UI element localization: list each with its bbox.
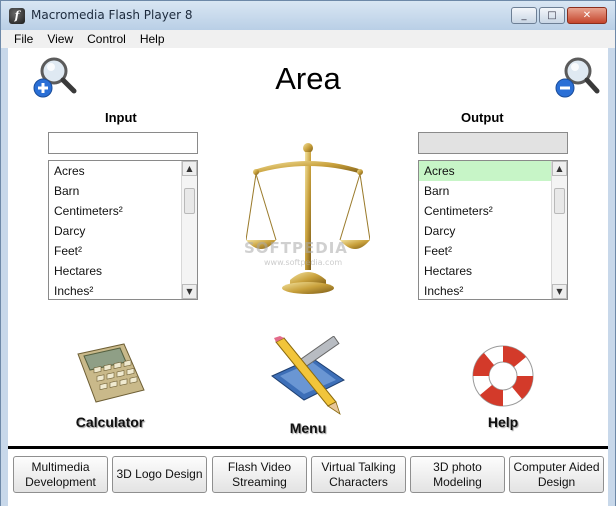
scroll-thumb[interactable] [184,188,195,214]
virtual-talking-characters-button[interactable]: Virtual Talking Characters [311,456,406,493]
output-list-scrollbar[interactable]: ▲ ▼ [551,161,567,299]
menu-bar: File View Control Help [0,30,616,48]
scroll-up-icon[interactable]: ▲ [182,161,197,176]
close-button[interactable]: ✕ [567,7,607,24]
list-item[interactable]: Darcy [49,221,182,241]
window-controls: _ □ ✕ [511,7,607,24]
window-frame-left [0,48,8,506]
divider [8,446,608,449]
maximize-button[interactable]: □ [539,7,565,24]
list-item[interactable]: Barn [419,181,552,201]
input-list-scrollbar[interactable]: ▲ ▼ [181,161,197,299]
3d-logo-design-button[interactable]: 3D Logo Design [112,456,207,493]
list-item[interactable]: Acres [49,161,182,181]
multimedia-development-button[interactable]: Multimedia Development [13,456,108,493]
output-label: Output [461,110,504,125]
list-item[interactable]: Barn [49,181,182,201]
scroll-thumb[interactable] [554,188,565,214]
flash-video-streaming-button[interactable]: Flash Video Streaming [212,456,307,493]
flash-app-icon: f [9,8,25,24]
menu-view[interactable]: View [40,32,80,46]
help-tool[interactable]: Help [466,342,540,430]
menu-help[interactable]: Help [133,32,172,46]
input-unit-list[interactable]: Acres Barn Centimeters² Darcy Feet² Hect… [48,160,198,300]
menu-tool[interactable]: Menu [266,335,350,436]
lifebuoy-icon[interactable] [466,342,540,410]
scroll-down-icon[interactable]: ▼ [182,284,197,299]
menu-label[interactable]: Menu [266,420,350,436]
window-title: Macromedia Flash Player 8 [31,8,193,22]
title-bar: f Macromedia Flash Player 8 _ □ ✕ [0,0,616,30]
list-item[interactable]: Inches² [49,281,182,299]
output-value-field [418,132,568,154]
watermark-text: SOFTPEDIA [244,239,348,257]
flash-content: Area Input Acres Barn Centimeters² Darcy… [8,48,608,506]
output-unit-list[interactable]: Acres Barn Centimeters² Darcy Feet² Hect… [418,160,568,300]
balance-scale-icon [246,143,370,294]
calculator-icon[interactable] [70,340,150,410]
minimize-button[interactable]: _ [511,7,537,24]
window-frame-right [608,48,616,506]
list-item[interactable]: Feet² [419,241,552,261]
computer-aided-design-button[interactable]: Computer Aided Design [509,456,604,493]
menu-control[interactable]: Control [80,32,133,46]
list-item[interactable]: Hectares [49,261,182,281]
scroll-down-icon[interactable]: ▼ [552,284,567,299]
calculator-label[interactable]: Calculator [70,414,150,430]
list-item[interactable]: Inches² [419,281,552,299]
input-label: Input [105,110,137,125]
list-item[interactable]: Centimeters² [49,201,182,221]
input-value-field[interactable] [48,132,198,154]
list-item[interactable]: Centimeters² [419,201,552,221]
list-item-selected[interactable]: Acres [419,161,552,181]
list-item[interactable]: Feet² [49,241,182,261]
page-title: Area [275,61,341,96]
scroll-up-icon[interactable]: ▲ [552,161,567,176]
menu-file[interactable]: File [7,32,40,46]
pencil-ruler-icon[interactable] [266,335,350,416]
watermark-url: www.softpedia.com [264,258,343,267]
list-item[interactable]: Hectares [419,261,552,281]
3d-photo-modeling-button[interactable]: 3D photo Modeling [410,456,505,493]
list-item[interactable]: Darcy [419,221,552,241]
help-label[interactable]: Help [466,414,540,430]
calculator-tool[interactable]: Calculator [70,340,150,430]
